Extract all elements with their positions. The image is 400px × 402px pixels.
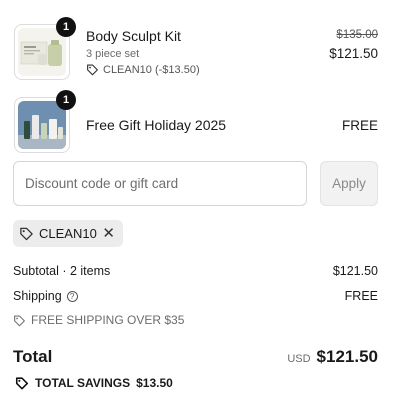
product-name: Body Sculpt Kit xyxy=(86,28,181,44)
discount-code-input[interactable] xyxy=(13,161,307,206)
close-icon[interactable]: ✕ xyxy=(102,226,115,241)
savings-label: TOTAL SAVINGS xyxy=(35,376,131,390)
tag-icon xyxy=(87,64,98,76)
total-label: Total xyxy=(13,347,53,366)
product-price: FREE xyxy=(341,118,378,133)
product-image xyxy=(18,101,66,149)
savings-tag-icon xyxy=(15,377,29,390)
total-savings: TOTAL SAVINGS $13.50 xyxy=(15,376,173,390)
shipping-value: FREE xyxy=(344,289,378,303)
quantity-badge: 1 xyxy=(56,17,76,37)
product-variant: 3 piece set xyxy=(86,48,140,60)
free-shipping-text: FREE SHIPPING OVER $35 xyxy=(31,313,185,327)
product-discount: CLEAN10 (-$13.50) xyxy=(86,63,200,76)
free-shipping-note: FREE SHIPPING OVER $35 xyxy=(13,313,184,327)
original-price: $135.00 xyxy=(336,29,378,41)
subtotal-value: $121.50 xyxy=(332,264,378,278)
product-image xyxy=(18,28,66,76)
help-icon[interactable]: ? xyxy=(66,291,78,302)
currency-label: USD xyxy=(287,353,311,365)
shipping-label: Shipping xyxy=(13,289,62,303)
apply-button[interactable]: Apply xyxy=(320,161,378,206)
savings-value: $13.50 xyxy=(136,376,173,390)
applied-discount-code: CLEAN10 xyxy=(39,226,97,241)
tag-icon xyxy=(14,314,25,326)
quantity-badge: 1 xyxy=(56,90,76,110)
applied-discount-chip: CLEAN10 ✕ xyxy=(13,220,123,247)
discounted-price: $121.50 xyxy=(329,46,378,61)
total-value: $121.50 xyxy=(316,347,378,366)
total-amount: USD $121.50 xyxy=(287,347,378,367)
subtotal-label: Subtotal · 2 items xyxy=(13,264,111,278)
product-discount-label: CLEAN10 (-$13.50) xyxy=(103,63,200,76)
tag-icon xyxy=(20,227,33,241)
product-thumbnail-free-gift: 1 xyxy=(14,90,76,153)
product-name: Free Gift Holiday 2025 xyxy=(86,117,227,133)
shipping-label-row: Shipping? xyxy=(13,289,78,303)
product-thumbnail-body-sculpt-kit: 1 xyxy=(14,17,76,80)
